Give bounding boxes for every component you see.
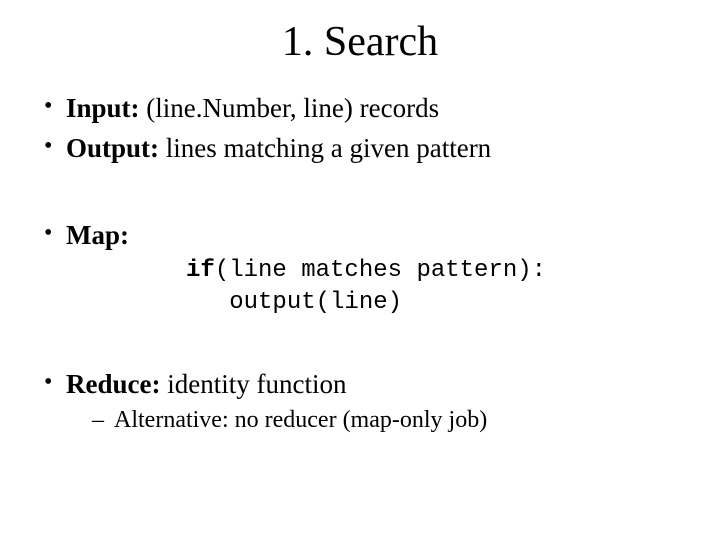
reduce-sublist: Alternative: no reducer (map-only job) xyxy=(66,404,680,436)
spacer xyxy=(40,171,680,217)
bullet-map: Map: if(line matches pattern): output(li… xyxy=(40,217,680,318)
bullet-input: Input: (line.Number, line) records xyxy=(40,90,680,126)
map-code: if(line matches pattern): output(line) xyxy=(186,255,680,317)
input-label: Input: xyxy=(66,93,140,123)
output-label: Output: xyxy=(66,133,159,163)
input-text: (line.Number, line) records xyxy=(140,93,440,123)
bullet-reduce: Reduce: identity function Alternative: n… xyxy=(40,366,680,437)
code-line1-rest: (line matches pattern): xyxy=(215,257,546,284)
slide: 1. Search Input: (line.Number, line) rec… xyxy=(0,0,720,540)
map-label: Map: xyxy=(66,220,129,250)
bullet-list: Input: (line.Number, line) records Outpu… xyxy=(40,90,680,437)
reduce-text: identity function xyxy=(160,369,346,399)
reduce-alternative: Alternative: no reducer (map-only job) xyxy=(92,404,680,436)
reduce-label: Reduce: xyxy=(66,369,160,399)
slide-title: 1. Search xyxy=(40,18,680,66)
output-text: lines matching a given pattern xyxy=(159,133,491,163)
code-line2: output(line) xyxy=(186,289,402,316)
spacer xyxy=(40,322,680,366)
code-keyword-if: if xyxy=(186,257,215,284)
bullet-output: Output: lines matching a given pattern xyxy=(40,130,680,166)
